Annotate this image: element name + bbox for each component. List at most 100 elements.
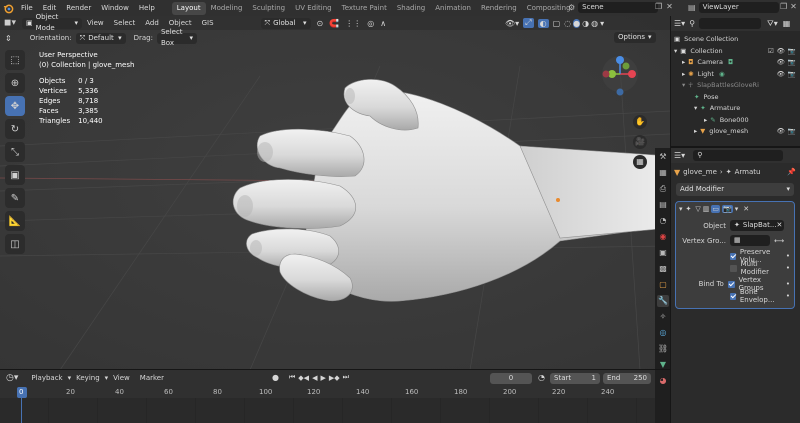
area-divider[interactable] [670,16,671,423]
clear-icon[interactable]: ✕ [777,220,783,231]
chevron-down-icon[interactable]: ▾ [674,46,677,58]
snap-icon[interactable]: 🧲 [329,19,339,28]
output-tab-icon[interactable]: ⎙ [657,183,669,195]
render-tab-icon[interactable]: ▦ [657,167,669,179]
properties-search-input[interactable]: ⚲ [693,150,784,161]
jump-keyframe-forward-icon[interactable]: ▶◆ [329,374,340,382]
view-layer-selector[interactable]: ▤ ViewLayer [688,2,779,13]
camera-render-icon[interactable]: 📷 [788,69,796,81]
add-modifier-button[interactable]: Add Modifier ▾ [676,183,794,196]
current-frame-field[interactable]: 0 [490,373,532,384]
shading-options-icon[interactable]: ▾ [600,19,604,28]
chevron-down-icon[interactable]: ▾ [694,103,697,115]
copy-view-layer-icon[interactable]: ❐ [780,2,787,11]
constraints-tab-icon[interactable]: ⛓ [657,343,669,355]
chevron-down-icon[interactable]: ▾ [679,205,683,213]
proportional-edit-icon[interactable]: ◎ [367,19,374,28]
chevron-right-icon[interactable]: ▸ [704,115,707,127]
viewport-menu-view[interactable]: View [82,15,109,31]
camera-render-icon[interactable]: 📷 [788,46,796,58]
timeline-menu-playback[interactable]: Playback [26,370,67,386]
texture-tab-icon[interactable]: ▩ [657,263,669,275]
multi-modifier-row[interactable]: Multi Modifier • [680,260,790,276]
timeline-menu-view[interactable]: View [108,370,135,386]
vertex-group-filter-icon[interactable]: ▽ [695,205,700,213]
tab-sculpting[interactable]: Sculpting [247,2,290,15]
multi-modifier-checkbox[interactable] [730,264,737,272]
camera-render-icon[interactable]: 📷 [788,126,796,138]
annotate-tool-icon[interactable]: ✎ [5,188,25,208]
xray-toggle-icon[interactable]: ▢ [553,19,561,28]
proportional-falloff-icon[interactable]: ∧ [380,19,386,28]
bone-envelopes-checkbox[interactable] [730,292,736,300]
keyframe-dot-icon[interactable]: • [786,264,790,272]
chevron-right-icon[interactable]: ▸ [694,126,697,138]
rendered-shading-icon[interactable]: ◍ [591,19,598,28]
transform-orientation-dropdown[interactable]: ⤧ Global ▾ [260,17,311,29]
timeline-area[interactable]: 0 20 40 60 80 100 120 140 160 180 200 22… [0,386,670,423]
editor-type-icon[interactable]: ◼▾ [4,18,16,28]
preserve-volume-checkbox[interactable] [730,252,736,260]
outliner-item-bone[interactable]: ▸ ✎ Bone000 [670,115,800,127]
outliner-item-light[interactable]: ▸ ✺ Light ◉ 👁 📷 [670,69,800,81]
record-icon[interactable]: ● [272,373,279,382]
eye-icon[interactable]: 👁 [777,69,785,81]
solid-shading-icon[interactable]: ● [573,18,581,28]
menu-window[interactable]: Window [96,0,134,16]
keyframe-dot-icon[interactable]: • [786,252,790,260]
blender-logo-icon[interactable] [0,0,16,16]
outliner-item-pose[interactable]: ✦ Pose [670,92,800,104]
outliner-item-armature-data[interactable]: ▾ ✦ Armature [670,103,800,115]
outliner-search-input[interactable] [699,18,762,29]
play-icon[interactable]: ▶ [320,374,325,382]
object-field[interactable]: ✦ SlapBat... ✕ [730,220,784,231]
navigation-gizmo[interactable] [600,52,650,102]
object-tab-icon[interactable]: ▢ [657,279,669,291]
move-tool-icon[interactable]: ✥ [5,96,25,116]
timeline-ruler[interactable] [0,386,670,398]
material-shading-icon[interactable]: ◑ [582,19,589,28]
chevron-right-icon[interactable]: ▸ [682,57,685,69]
grid-perspective-icon[interactable]: ▦ [633,155,647,169]
jump-end-icon[interactable]: ⏭ [343,373,349,382]
options-dropdown[interactable]: Options ▾ [614,32,656,43]
delete-scene-icon[interactable]: ✕ [666,2,673,11]
vertex-group-field[interactable]: ▦ [730,235,770,246]
tab-texture-paint[interactable]: Texture Paint [337,2,392,15]
timer-icon[interactable]: ◔ [538,373,545,382]
cursor-tool-icon[interactable]: ⊕ [5,73,25,93]
end-frame-field[interactable]: End 250 [603,373,651,384]
edit-mode-icon[interactable]: ▥ [703,205,710,213]
close-icon[interactable]: ✕ [743,205,749,213]
eye-icon[interactable]: 👁 [777,126,785,138]
gizmo-toggle-icon[interactable]: ⤢ [523,18,534,28]
render-toggle-icon[interactable]: 📷 [722,204,733,213]
properties-editor-icon[interactable]: ☰▾ [674,151,685,160]
checkbox-icon[interactable]: ☑ [768,46,774,58]
play-reverse-icon[interactable]: ◀ [312,374,317,382]
scene-tab-icon[interactable]: ◔ [657,215,669,227]
viewport-menu-select[interactable]: Select [109,15,141,31]
filter-icon[interactable]: ⚲ [689,19,695,28]
tab-uv-editing[interactable]: UV Editing [290,2,337,15]
jump-keyframe-back-icon[interactable]: ◆◀ [298,374,309,382]
scene-field[interactable]: Scene [578,2,659,13]
camera-view-icon[interactable]: 🎥 [633,135,647,149]
outliner-item-camera[interactable]: ▸ ◘ Camera ◘ 👁 📷 [670,57,800,69]
outliner-item-collection[interactable]: ▾ ▣ Collection ☑ 👁 📷 [670,46,800,58]
add-cube-tool-icon[interactable]: ◫ [5,234,25,254]
material-tab-icon[interactable]: ◕ [657,375,669,387]
tab-animation[interactable]: Animation [430,2,476,15]
outliner-item-scene-collection[interactable]: ▣ Scene Collection [670,34,800,46]
orientation-dropdown[interactable]: ⤧ Default ▾ [75,32,126,44]
vertex-groups-checkbox[interactable] [727,280,735,288]
particles-tab-icon[interactable]: ✧ [657,311,669,323]
menu-help[interactable]: Help [134,0,160,16]
keyframe-dot-icon[interactable]: • [786,280,790,288]
new-collection-icon[interactable]: ▦ [783,19,791,28]
scene-selector[interactable]: ⚙ Scene [568,2,659,13]
hand-pan-icon[interactable]: ✋ [633,115,647,129]
tab-rendering[interactable]: Rendering [476,2,522,15]
scale-tool-icon[interactable]: ⤡ [5,142,25,162]
measure-tool-icon[interactable]: 📐 [5,211,25,231]
